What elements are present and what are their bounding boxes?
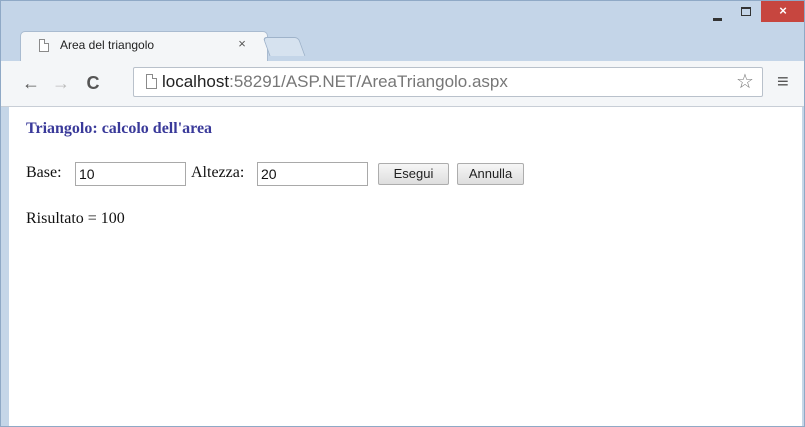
bookmark-star-icon[interactable]: ☆ <box>736 71 754 93</box>
result-text: Risultato = 100 <box>26 210 125 227</box>
maximize-icon <box>740 7 751 16</box>
tab-title: Area del triangolo <box>60 38 155 52</box>
minimize-icon <box>713 18 722 21</box>
browser-window: Area del triangolo × × ← → C localhost:5… <box>0 0 805 427</box>
page-icon <box>146 74 157 89</box>
forward-arrow-icon[interactable]: → <box>49 71 73 95</box>
tab-close-icon[interactable]: × <box>235 36 249 51</box>
url-host: localhost <box>162 72 230 91</box>
address-url[interactable]: localhost:58291/ASP.NET/AreaTriangolo.as… <box>162 70 508 94</box>
close-window-button[interactable]: × <box>761 1 804 22</box>
altezza-label: Altezza: <box>191 164 245 181</box>
page-icon <box>39 39 49 52</box>
menu-icon[interactable]: ≡ <box>777 71 789 93</box>
altezza-input[interactable]: 20 <box>257 162 368 186</box>
url-path: :58291/ASP.NET/AreaTriangolo.aspx <box>229 72 508 91</box>
base-label: Base: <box>26 164 62 181</box>
minimize-button[interactable] <box>704 1 731 22</box>
esegui-button[interactable]: Esegui <box>378 163 449 185</box>
annulla-button[interactable]: Annulla <box>457 163 524 185</box>
maximize-button[interactable] <box>732 1 759 22</box>
new-tab-button[interactable] <box>262 37 306 56</box>
base-input[interactable]: 10 <box>75 162 186 186</box>
reload-icon[interactable]: C <box>81 71 105 95</box>
back-arrow-icon[interactable]: ← <box>19 71 43 95</box>
page-title: Triangolo: calcolo dell'area <box>26 120 213 137</box>
page-content <box>9 107 802 426</box>
